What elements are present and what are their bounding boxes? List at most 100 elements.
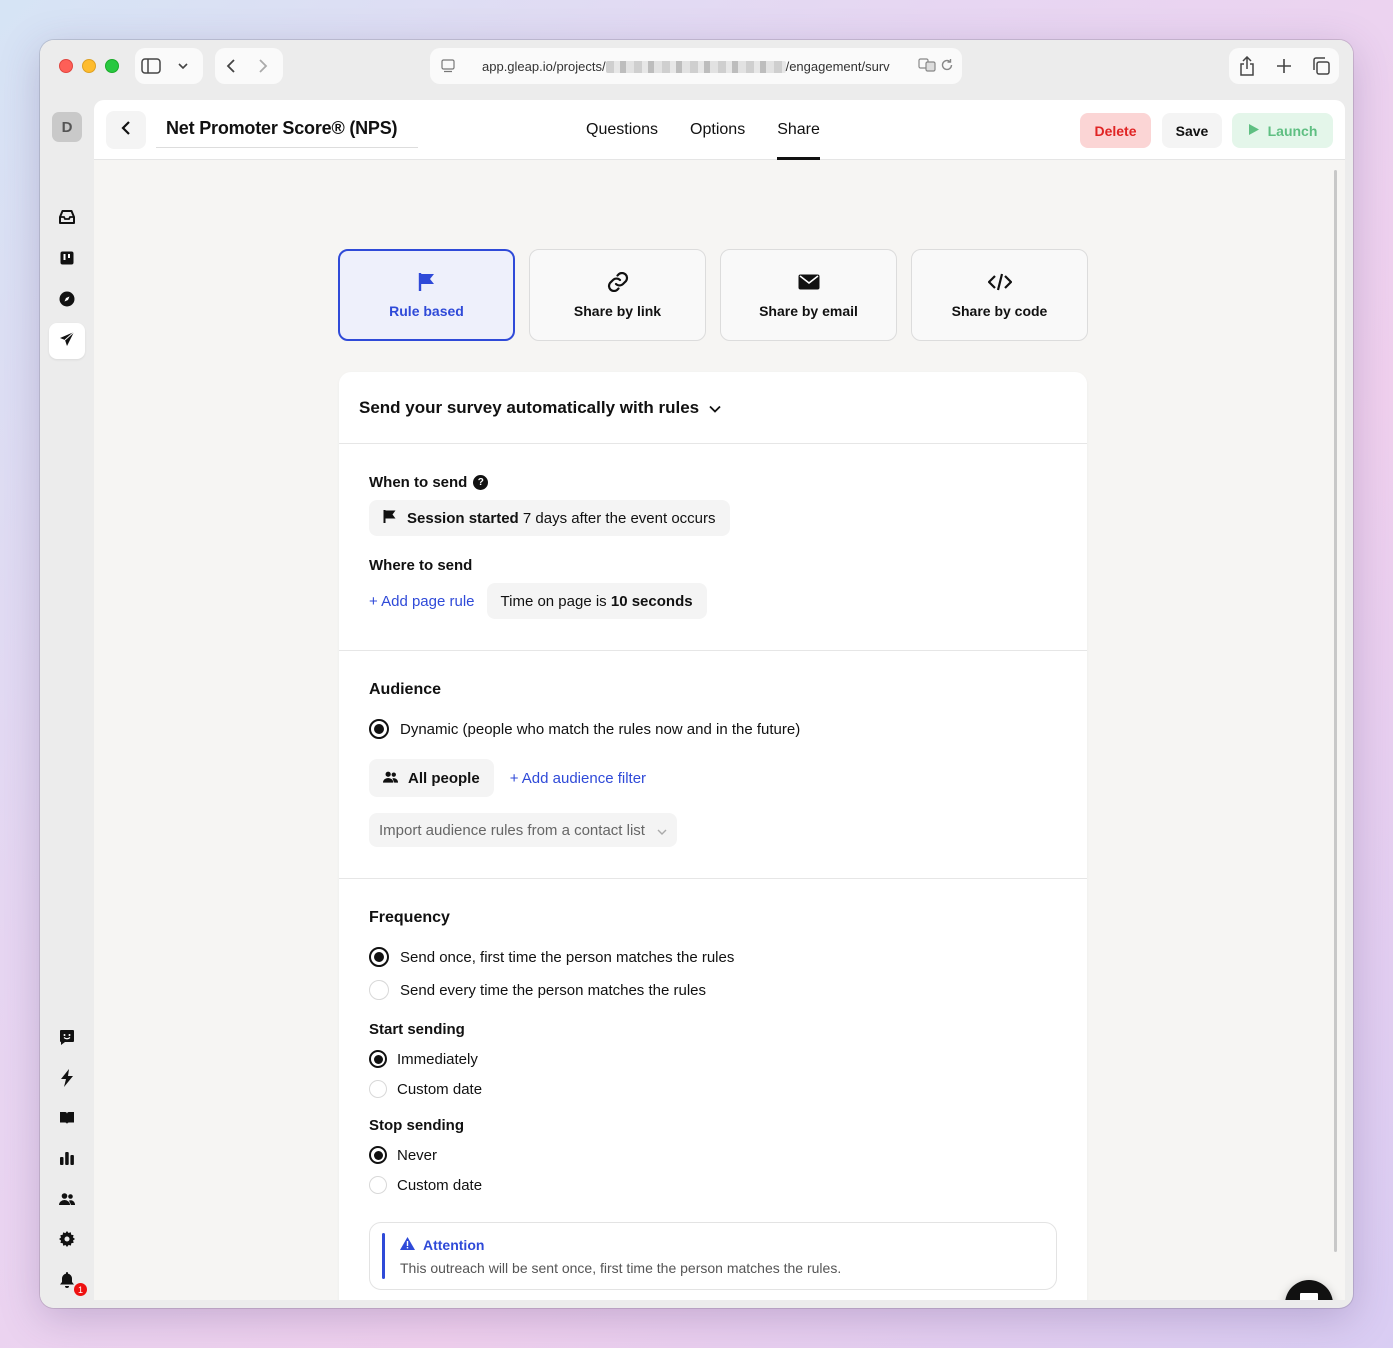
frequency-once-label: Send once, first time the person matches… bbox=[400, 948, 735, 966]
scrollbar[interactable] bbox=[1334, 170, 1337, 1252]
stop-never-option[interactable]: Never bbox=[369, 1146, 1057, 1164]
attention-title: Attention bbox=[400, 1237, 484, 1253]
sidebar-item-automations[interactable] bbox=[49, 1062, 85, 1098]
sidebar-item-outreach[interactable] bbox=[49, 323, 85, 359]
start-custom-date-radio[interactable] bbox=[369, 1080, 387, 1098]
close-window-button[interactable] bbox=[59, 59, 73, 73]
start-immediately-option[interactable]: Immediately bbox=[369, 1050, 1057, 1068]
when-to-send-label: When to send ? bbox=[369, 474, 1057, 491]
notification-count-badge: 1 bbox=[73, 1282, 88, 1297]
launch-button[interactable]: Launch bbox=[1232, 113, 1333, 148]
forward-arrow-icon[interactable] bbox=[247, 50, 279, 82]
sidebar-item-settings[interactable] bbox=[49, 1223, 85, 1259]
import-contact-list-placeholder: Import audience rules from a contact lis… bbox=[379, 821, 645, 839]
trigger-event-detail: 7 days after the event occurs bbox=[522, 509, 716, 527]
chevron-left-icon bbox=[121, 120, 131, 141]
reload-icon[interactable] bbox=[940, 58, 954, 75]
book-icon bbox=[59, 1111, 75, 1130]
chevron-down-icon bbox=[657, 822, 667, 839]
frequency-every-option[interactable]: Send every time the person matches the r… bbox=[369, 980, 1057, 1000]
sidebar-toggle-group bbox=[135, 48, 203, 84]
zoom-window-button[interactable] bbox=[105, 59, 119, 73]
survey-title-input[interactable]: Net Promoter Score® (NPS) bbox=[156, 110, 418, 148]
users-icon bbox=[383, 770, 399, 787]
share-option-rule-based[interactable]: Rule based bbox=[338, 249, 515, 341]
audience-label: Audience bbox=[369, 681, 442, 698]
stop-never-radio[interactable] bbox=[369, 1146, 387, 1164]
feedback-icon bbox=[59, 1029, 75, 1050]
stop-custom-date-option[interactable]: Custom date bbox=[369, 1176, 1057, 1194]
frequency-every-label: Send every time the person matches the r… bbox=[400, 981, 706, 999]
panel-heading[interactable]: Send your survey automatically with rule… bbox=[339, 372, 1087, 444]
sidebar-item-inbox[interactable] bbox=[49, 201, 85, 237]
bell-icon bbox=[60, 1271, 74, 1293]
tab-overview-icon[interactable] bbox=[1305, 50, 1337, 82]
stop-custom-date-label: Custom date bbox=[397, 1176, 483, 1194]
tab-options[interactable]: Options bbox=[690, 100, 745, 160]
sidebar-icon[interactable] bbox=[135, 50, 167, 82]
minimize-window-button[interactable] bbox=[82, 59, 96, 73]
page-rule-chip[interactable]: Time on page is 10 seconds bbox=[486, 583, 707, 619]
lightning-icon bbox=[60, 1068, 74, 1092]
stop-never-label: Never bbox=[397, 1146, 438, 1164]
sidebar-item-help-center[interactable] bbox=[49, 1102, 85, 1138]
share-option-label: Rule based bbox=[389, 303, 464, 319]
sidebar-item-board[interactable] bbox=[49, 242, 85, 278]
chat-launcher-button[interactable] bbox=[1285, 1280, 1333, 1300]
audience-dynamic-radio[interactable] bbox=[369, 719, 389, 739]
share-option-link[interactable]: Share by link bbox=[529, 249, 706, 341]
back-arrow-icon[interactable] bbox=[215, 50, 247, 82]
add-audience-filter-link[interactable]: + Add audience filter bbox=[510, 770, 646, 787]
bar-chart-icon bbox=[60, 1151, 74, 1170]
address-bar[interactable]: app.gleap.io/projects//engagement/surv bbox=[430, 48, 962, 84]
all-people-chip[interactable]: All people bbox=[369, 759, 494, 797]
translate-icon[interactable] bbox=[918, 57, 936, 75]
workspace-avatar[interactable]: D bbox=[52, 112, 82, 142]
share-method-options: Rule based Share by link Share by email … bbox=[338, 249, 1088, 341]
attention-title-text: Attention bbox=[423, 1237, 485, 1253]
share-option-label: Share by email bbox=[759, 303, 858, 319]
play-icon bbox=[1248, 123, 1260, 139]
warning-icon bbox=[400, 1237, 415, 1253]
question-icon[interactable]: ? bbox=[473, 475, 489, 490]
frequency-once-option[interactable]: Send once, first time the person matches… bbox=[369, 947, 1057, 967]
chevron-down-icon[interactable] bbox=[167, 50, 199, 82]
page-icon bbox=[438, 56, 458, 76]
share-option-label: Share by link bbox=[573, 303, 662, 319]
start-custom-date-option[interactable]: Custom date bbox=[369, 1080, 1057, 1098]
browser-actions bbox=[1229, 48, 1339, 84]
share-icon[interactable] bbox=[1231, 50, 1263, 82]
frequency-every-radio[interactable] bbox=[369, 980, 389, 1000]
start-immediately-radio[interactable] bbox=[369, 1050, 387, 1068]
when-to-send-text: When to send bbox=[369, 474, 468, 491]
back-button[interactable] bbox=[106, 111, 146, 149]
share-option-label: Share by code bbox=[951, 303, 1048, 319]
tab-questions[interactable]: Questions bbox=[586, 100, 658, 160]
save-button[interactable]: Save bbox=[1162, 113, 1222, 148]
add-page-rule-link[interactable]: + Add page rule bbox=[369, 593, 475, 610]
stop-custom-date-radio[interactable] bbox=[369, 1176, 387, 1194]
app-sidebar: D 1 bbox=[40, 96, 94, 1308]
trigger-event-chip[interactable]: Session started 7 days after the event o… bbox=[369, 500, 730, 536]
tab-share[interactable]: Share bbox=[777, 100, 820, 160]
audience-dynamic-option[interactable]: Dynamic (people who match the rules now … bbox=[369, 719, 1057, 739]
frequency-once-radio[interactable] bbox=[369, 947, 389, 967]
delete-button[interactable]: Delete bbox=[1080, 113, 1151, 148]
sidebar-item-analytics[interactable] bbox=[49, 1142, 85, 1178]
trigger-section: When to send ? Session started 7 days af… bbox=[339, 444, 1087, 651]
flag-icon bbox=[418, 271, 436, 293]
audience-section: Audience Dynamic (people who match the r… bbox=[339, 651, 1087, 879]
chevron-down-icon bbox=[709, 398, 721, 418]
new-tab-icon[interactable] bbox=[1268, 50, 1300, 82]
sidebar-item-feedback[interactable] bbox=[49, 1021, 85, 1057]
start-sending-label: Start sending bbox=[369, 1021, 465, 1038]
panel-heading-text: Send your survey automatically with rule… bbox=[359, 397, 700, 417]
frequency-section: Frequency Send once, first time the pers… bbox=[339, 879, 1087, 1194]
audience-dynamic-label: Dynamic (people who match the rules now … bbox=[400, 720, 801, 738]
sidebar-item-explore[interactable] bbox=[49, 283, 85, 319]
share-option-code[interactable]: Share by code bbox=[911, 249, 1088, 341]
import-contact-list-select[interactable]: Import audience rules from a contact lis… bbox=[369, 813, 677, 847]
sidebar-item-contacts[interactable] bbox=[49, 1183, 85, 1219]
stop-sending-label: Stop sending bbox=[369, 1117, 464, 1134]
share-option-email[interactable]: Share by email bbox=[720, 249, 897, 341]
